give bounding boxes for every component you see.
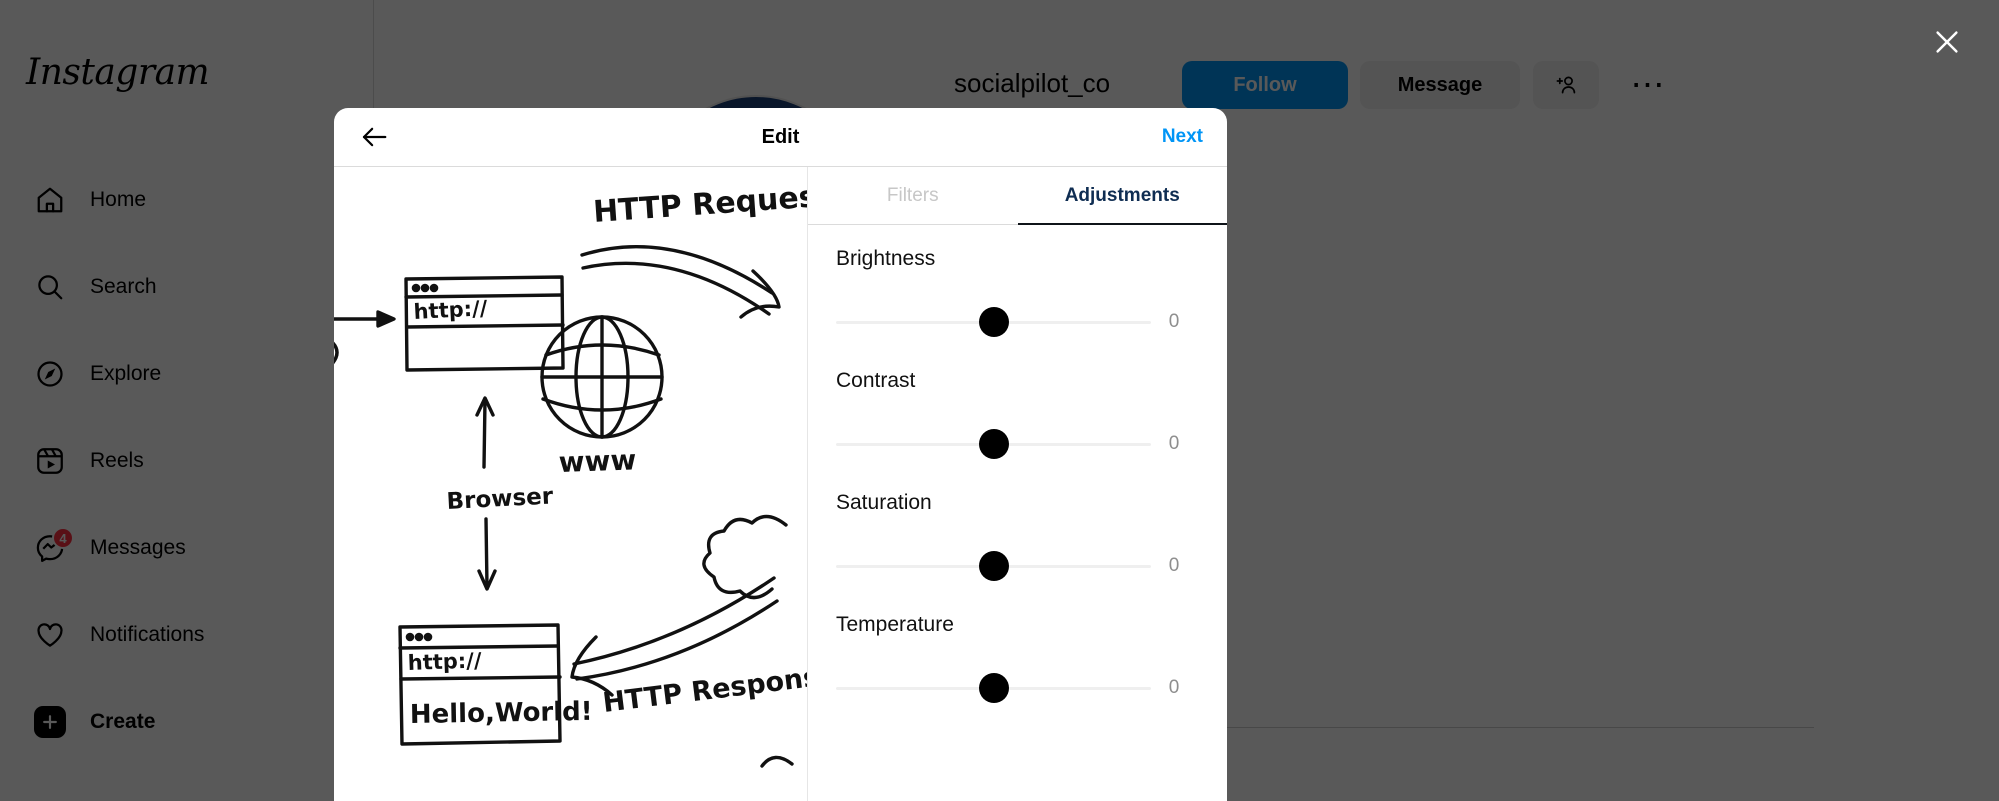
slider-value: 0 xyxy=(1168,311,1180,332)
adjustment-sliders: Brightness 0 Contrast 0 Saturation 0 Tem… xyxy=(808,225,1227,801)
adjustment-brightness: Brightness 0 xyxy=(808,247,1227,337)
svg-text:www: www xyxy=(558,443,637,479)
adjustment-saturation: Saturation 0 xyxy=(808,491,1227,581)
slider-value: 0 xyxy=(1168,433,1180,454)
slider-label: Brightness xyxy=(836,247,936,270)
adjustments-pane: Filters Adjustments Brightness 0 Contras… xyxy=(808,167,1227,801)
tab-adjustments[interactable]: Adjustments xyxy=(1017,167,1228,225)
slider-thumb[interactable] xyxy=(978,673,1009,703)
adjustment-contrast: Contrast 0 xyxy=(808,369,1227,459)
image-preview-pane[interactable]: http:// http:// Hello,World! Browser www… xyxy=(334,167,808,801)
svg-text:http://: http:// xyxy=(407,648,482,675)
slider-value: 0 xyxy=(1168,677,1180,698)
sketch-diagram: http:// http:// Hello,World! Browser www… xyxy=(334,167,807,801)
slider-label: Contrast xyxy=(836,369,916,392)
app-screen: Instagram Home xyxy=(0,0,1999,801)
close-icon[interactable] xyxy=(1923,18,1971,66)
slider-thumb[interactable] xyxy=(978,551,1009,581)
svg-text:http://: http:// xyxy=(413,296,488,324)
next-button[interactable]: Next xyxy=(1158,120,1207,154)
modal-header: Edit Next xyxy=(334,108,1227,167)
saturation-slider[interactable] xyxy=(836,551,1151,581)
modal-body: http:// http:// Hello,World! Browser www… xyxy=(334,167,1227,801)
edit-modal: Edit Next http:// http:// Hello,World! B… xyxy=(334,108,1227,801)
slider-value: 0 xyxy=(1168,555,1180,576)
slider-thumb[interactable] xyxy=(978,307,1009,337)
editor-tabs: Filters Adjustments xyxy=(808,167,1227,225)
adjustment-temperature: Temperature 0 xyxy=(808,613,1227,703)
back-arrow-icon[interactable] xyxy=(354,117,394,157)
svg-text:Hello,World!: Hello,World! xyxy=(410,697,593,730)
slider-label: Saturation xyxy=(836,491,932,514)
page-title: Edit xyxy=(761,125,800,148)
contrast-slider[interactable] xyxy=(836,429,1151,459)
slider-thumb[interactable] xyxy=(978,429,1009,459)
temperature-slider[interactable] xyxy=(836,673,1151,703)
slider-label: Temperature xyxy=(836,613,954,636)
brightness-slider[interactable] xyxy=(836,307,1151,337)
tab-filters[interactable]: Filters xyxy=(808,167,1018,224)
